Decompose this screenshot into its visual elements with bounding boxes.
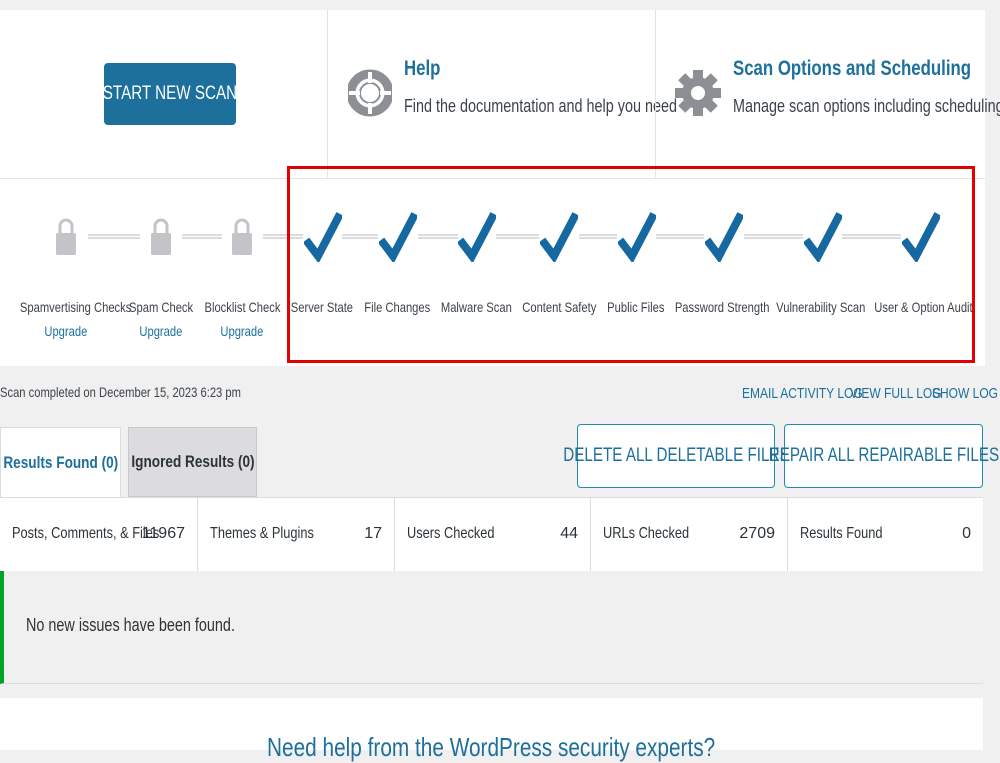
tab-results-found[interactable]: Results Found (0) (0, 427, 121, 497)
stat-label: Posts, Comments, & Files (12, 525, 160, 542)
tab-ignored-results[interactable]: Ignored Results (0) (128, 427, 257, 497)
email-activity-log-link[interactable]: EMAIL ACTIVITY LOG (742, 385, 863, 402)
help-description: Find the documentation and help you need (404, 96, 678, 116)
upgrade-link[interactable]: Upgrade (45, 323, 88, 339)
view-full-log-link[interactable]: VIEW FULL LOG (850, 385, 942, 402)
step-connector (182, 234, 222, 239)
help-card[interactable]: Help Find the documentation and help you… (327, 10, 677, 178)
stat-label: URLs Checked (603, 525, 690, 542)
repair-all-repairable-files-button[interactable]: REPAIR ALL REPAIRABLE FILES (768, 424, 999, 488)
highlight-box (287, 166, 975, 363)
stat-value: 0 (962, 525, 971, 542)
stat-label: Themes & Plugins (210, 525, 314, 542)
lock-icon (232, 218, 252, 255)
stat-value: 11967 (141, 525, 185, 542)
start-scan-cell: START NEW SCAN (0, 10, 327, 178)
upgrade-link[interactable]: Upgrade (221, 323, 264, 339)
stat-label: Results Found (800, 525, 883, 542)
notice-text: No new issues have been found. (26, 615, 235, 635)
expert-help-heading: Need help from the WordPress security ex… (267, 732, 716, 762)
gear-icon (675, 70, 721, 116)
upgrade-link[interactable]: Upgrade (140, 323, 183, 339)
stat-users-checked: Users Checked 44 (394, 498, 590, 571)
top-panel: START NEW SCAN Help Find the documentati… (0, 10, 1000, 178)
lock-icon (56, 218, 76, 255)
scan-stats: Posts, Comments, & Files 11967 Themes & … (0, 497, 983, 571)
stat-posts-comments-files: Posts, Comments, & Files 11967 (0, 498, 197, 571)
stat-value: 44 (560, 525, 578, 542)
delete-all-deletable-files-button[interactable]: DELETE ALL DELETABLE FILES (563, 424, 789, 488)
scan-options-card[interactable]: Scan Options and Scheduling Manage scan … (655, 10, 1000, 178)
scan-completed-text: Scan completed on December 15, 2023 6:23… (0, 384, 241, 400)
lifebuoy-icon (348, 69, 392, 117)
help-title[interactable]: Help (404, 57, 440, 81)
no-issues-notice: No new issues have been found. (0, 571, 983, 684)
step-connector (88, 234, 140, 239)
stat-value: 2709 (739, 525, 775, 542)
scan-options-title[interactable]: Scan Options and Scheduling (733, 57, 971, 81)
stat-urls-checked: URLs Checked 2709 (590, 498, 787, 571)
show-log-link[interactable]: SHOW LOG (932, 385, 998, 402)
expert-help-card: Need help from the WordPress security ex… (0, 698, 983, 762)
scan-options-description: Manage scan options including scheduling (733, 96, 1000, 116)
lock-icon (151, 218, 171, 255)
start-new-scan-button[interactable]: START NEW SCAN (103, 63, 237, 125)
stat-results-found: Results Found 0 (787, 498, 983, 571)
stat-themes-plugins: Themes & Plugins 17 (197, 498, 394, 571)
stat-label: Users Checked (407, 525, 495, 542)
stat-value: 17 (364, 525, 382, 542)
